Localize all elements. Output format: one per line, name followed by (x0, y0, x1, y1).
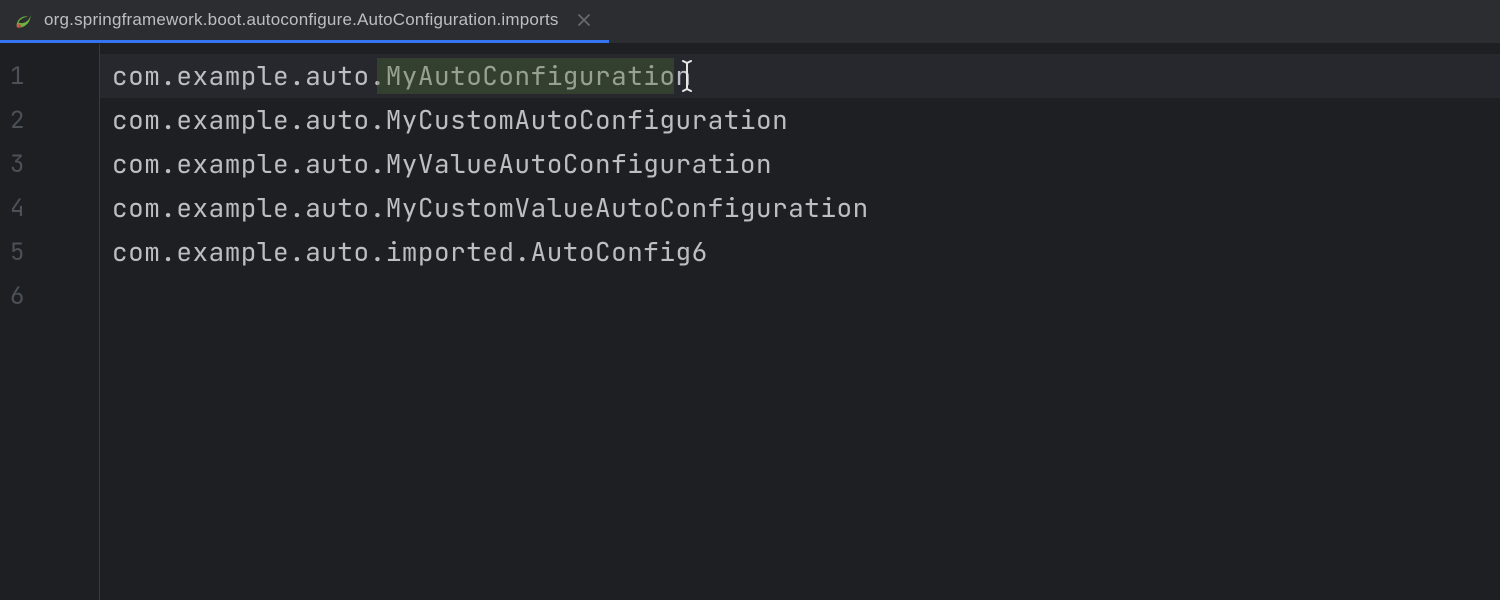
code-line[interactable]: com.example.auto.MyCustomAutoConfigurati… (100, 98, 1500, 142)
tab-active[interactable]: org.springframework.boot.autoconfigure.A… (0, 0, 609, 43)
code-line[interactable] (100, 274, 1500, 318)
line-number: 1 (0, 54, 99, 98)
editor[interactable]: 123456 com.example.auto.MyAutoConfigurat… (0, 44, 1500, 600)
code-line[interactable]: com.example.auto.MyAutoConfiguration (100, 54, 1500, 98)
code-line[interactable]: com.example.auto.MyValueAutoConfiguratio… (100, 142, 1500, 186)
code-line[interactable]: com.example.auto.imported.AutoConfig6 (100, 230, 1500, 274)
code-area[interactable]: com.example.auto.MyAutoConfigurationcom.… (100, 44, 1500, 600)
line-number-gutter: 123456 (0, 44, 100, 600)
code-line[interactable]: com.example.auto.MyCustomValueAutoConfig… (100, 186, 1500, 230)
close-icon[interactable] (575, 11, 593, 29)
line-number: 2 (0, 98, 99, 142)
line-number: 3 (0, 142, 99, 186)
spring-leaf-icon (14, 10, 34, 30)
line-number: 4 (0, 186, 99, 230)
line-number: 5 (0, 230, 99, 274)
identifier-highlight (377, 58, 673, 94)
tab-title: org.springframework.boot.autoconfigure.A… (44, 10, 559, 30)
line-number: 6 (0, 274, 99, 318)
tab-bar: org.springframework.boot.autoconfigure.A… (0, 0, 1500, 44)
